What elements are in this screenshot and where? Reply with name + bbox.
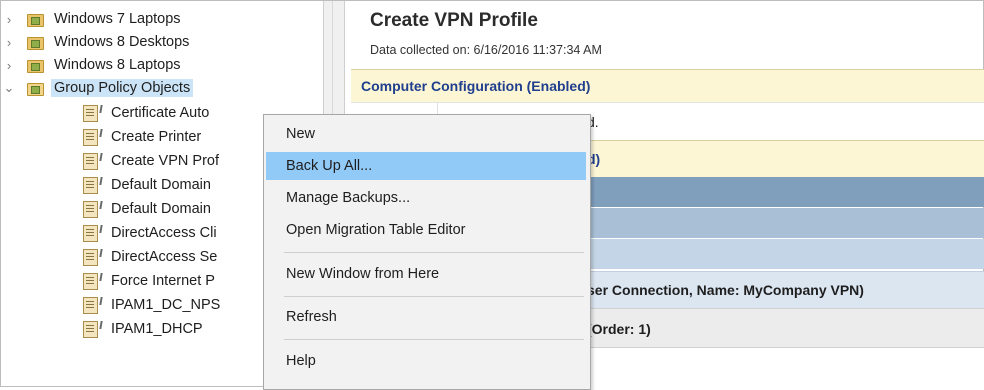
gpo-item[interactable]: DirectAccess Se bbox=[83, 246, 217, 268]
chevron-right-icon[interactable]: › bbox=[1, 58, 17, 73]
gpo-item[interactable]: Certificate Auto bbox=[83, 102, 209, 124]
gpo-label: DirectAccess Cli bbox=[111, 225, 217, 241]
gpo-item[interactable]: IPAM1_DHCP bbox=[83, 318, 203, 340]
gpo-label: Certificate Auto bbox=[111, 105, 210, 121]
gpo-item[interactable]: IPAM1_DC_NPS bbox=[83, 294, 220, 316]
gpo-icon bbox=[83, 104, 98, 122]
tree-item-label: Windows 8 Desktops bbox=[54, 34, 190, 50]
gpo-icon bbox=[83, 272, 98, 290]
gpo-item[interactable]: DirectAccess Cli bbox=[83, 222, 217, 244]
tree-item-label: Windows 8 Laptops bbox=[54, 57, 181, 73]
menu-item-open-migration-table-editor[interactable]: Open Migration Table Editor bbox=[266, 216, 586, 244]
menu-item-refresh[interactable]: Refresh bbox=[266, 303, 586, 331]
gpo-label: Create Printer bbox=[111, 129, 202, 145]
gpo-icon bbox=[83, 320, 98, 338]
gpo-item[interactable]: Default Domain bbox=[83, 198, 211, 220]
gpo-icon bbox=[83, 128, 98, 146]
gpo-icon bbox=[83, 224, 98, 242]
chevron-right-icon[interactable]: › bbox=[1, 35, 17, 50]
menu-item-new-window-from-here[interactable]: New Window from Here bbox=[266, 260, 586, 288]
tree-item-windows-7-laptops[interactable]: › Windows 7 Laptops bbox=[1, 8, 181, 30]
gpo-label: Default Domain bbox=[111, 201, 211, 217]
mmc-window: › Windows 7 Laptops › Windows 8 Desktops… bbox=[0, 0, 984, 390]
gpo-item[interactable]: Create VPN Prof bbox=[83, 150, 219, 172]
gpo-label: Force Internet P bbox=[111, 273, 215, 289]
menu-separator bbox=[284, 296, 584, 297]
gpo-icon bbox=[83, 296, 98, 314]
computer-configuration-label: Computer Configuration (Enabled) bbox=[361, 78, 591, 94]
chevron-down-icon[interactable]: ⌄ bbox=[1, 80, 17, 96]
tree-item-windows-8-laptops[interactable]: › Windows 8 Laptops bbox=[1, 54, 181, 76]
ou-folder-icon bbox=[27, 12, 45, 27]
computer-configuration-header[interactable]: Computer Configuration (Enabled) bbox=[351, 69, 984, 102]
tree-item-windows-8-desktops[interactable]: › Windows 8 Desktops bbox=[1, 31, 189, 53]
vpn-connection-label: ser Connection, Name: MyCompany VPN) bbox=[587, 282, 864, 298]
ou-folder-icon bbox=[27, 35, 45, 50]
tree-item-group-policy-objects[interactable]: ⌄ Group Policy Objects bbox=[1, 77, 194, 99]
menu-separator bbox=[284, 339, 584, 340]
gpo-label: DirectAccess Se bbox=[111, 249, 218, 265]
tree-item-label: Windows 7 Laptops bbox=[54, 11, 181, 27]
gpo-icon bbox=[83, 176, 98, 194]
tree-item-label: Group Policy Objects bbox=[51, 79, 194, 97]
chevron-right-icon[interactable]: › bbox=[1, 12, 17, 27]
report-collected-date: Data collected on: 6/16/2016 11:37:34 AM bbox=[370, 43, 602, 57]
open-folder-icon bbox=[27, 81, 45, 96]
gpo-label: Create VPN Prof bbox=[111, 153, 219, 169]
gpo-item[interactable]: Force Internet P bbox=[83, 270, 215, 292]
gpo-label: IPAM1_DC_NPS bbox=[111, 297, 221, 313]
order-label: (Order: 1) bbox=[587, 321, 651, 337]
gpo-icon bbox=[83, 248, 98, 266]
menu-separator bbox=[284, 252, 584, 253]
gpo-item[interactable]: Default Domain bbox=[83, 174, 211, 196]
gpo-label: IPAM1_DHCP bbox=[111, 321, 203, 337]
menu-item-new[interactable]: New bbox=[266, 120, 586, 148]
gpo-icon bbox=[83, 152, 98, 170]
ou-folder-icon bbox=[27, 58, 45, 73]
gpo-icon bbox=[83, 200, 98, 218]
report-title: Create VPN Profile bbox=[370, 10, 538, 31]
gpo-label: Default Domain bbox=[111, 177, 211, 193]
menu-item-help[interactable]: Help bbox=[266, 347, 586, 375]
menu-item-back-up-all[interactable]: Back Up All... bbox=[266, 152, 586, 180]
gpo-item[interactable]: Create Printer bbox=[83, 126, 201, 148]
menu-item-manage-backups[interactable]: Manage Backups... bbox=[266, 184, 586, 212]
context-menu: New Back Up All... Manage Backups... Ope… bbox=[263, 114, 591, 390]
